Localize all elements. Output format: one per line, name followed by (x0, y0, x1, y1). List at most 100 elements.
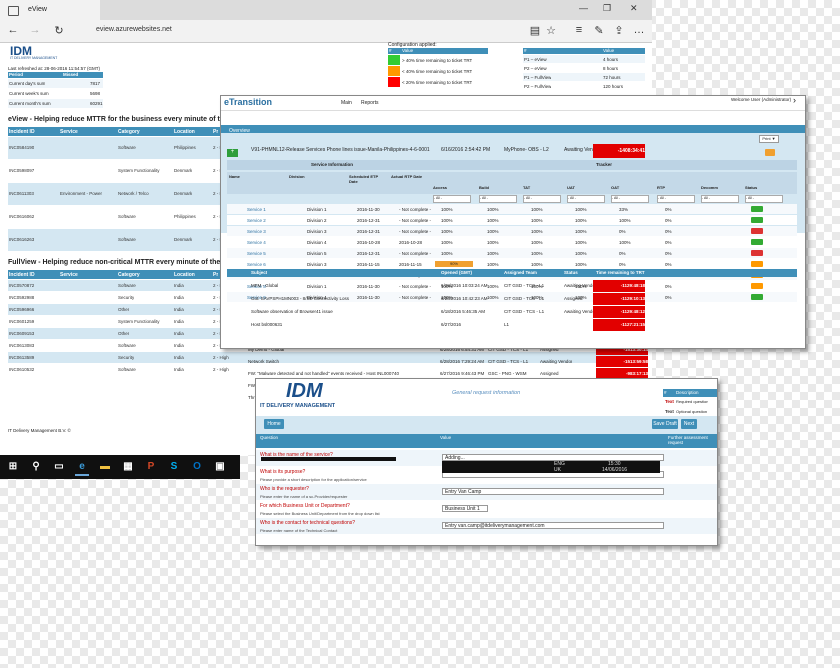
home-button[interactable]: Home (264, 419, 284, 429)
question-label: Who is the requester? (260, 486, 309, 492)
nav-main[interactable]: Main (341, 100, 352, 106)
answer-field[interactable]: Adding... (442, 454, 664, 461)
fullview-time-remaining: -1513:59:58 (596, 356, 648, 367)
summary-label: Current month's sum (9, 101, 51, 106)
incident-header: Category (118, 272, 140, 278)
filter-select[interactable]: - All - (701, 195, 739, 203)
incident-cell: INC0570872 (9, 283, 35, 288)
photos-icon[interactable]: ▣ (213, 460, 227, 474)
config-header: Value (402, 48, 414, 53)
priority-value: 72 hours (603, 75, 621, 80)
back-icon[interactable]: ← (6, 24, 20, 36)
status-icon (751, 228, 763, 234)
url-field[interactable]: eview.azurewebsites.net (96, 26, 172, 33)
store-icon[interactable]: ▦ (121, 460, 135, 474)
filter-select[interactable]: - All - (433, 195, 471, 203)
form-toolbar (256, 416, 717, 434)
filter-select[interactable]: - All - (745, 195, 783, 203)
skype-icon[interactable]: S (167, 460, 181, 474)
more-icon[interactable]: … (632, 24, 646, 36)
fullview-team: GSC - PNG - WSM (488, 371, 527, 376)
progress-value: 100% (619, 218, 631, 223)
progress-value: 100% (487, 229, 499, 234)
notes-icon[interactable]: ✎ (592, 24, 606, 37)
actual-date: 2016-11-15 (399, 262, 422, 267)
favorite-icon[interactable]: ☆ (544, 24, 558, 37)
progress-value: 0% (619, 251, 626, 256)
nav-reports[interactable]: Reports (361, 100, 379, 106)
next-button[interactable]: Next (681, 419, 697, 429)
search-icon[interactable]: ⚲ (29, 460, 43, 474)
progress-value: 0% (665, 262, 672, 267)
service-name-link[interactable]: Service 2 (247, 218, 266, 223)
hub-icon[interactable]: ≡ (572, 24, 586, 36)
refresh-icon[interactable]: ↻ (52, 24, 66, 37)
priority-value: 8 hours (603, 66, 619, 71)
edge-icon[interactable]: e (75, 460, 89, 476)
service-name-link[interactable]: Service 6 (247, 262, 266, 267)
config-text: > 40% time remaining to ticket TRT (402, 58, 473, 63)
mid-header: Status (564, 270, 578, 275)
etrans-incident-group: MyPhone- OBS - L2 (504, 147, 549, 153)
progress-value: 100% (575, 207, 587, 212)
progress-value: 100% (487, 284, 499, 289)
filter-select[interactable]: - All - (611, 195, 649, 203)
progress-value: 100% (441, 229, 453, 234)
service-info-title: Service Information (311, 162, 354, 167)
answer-field[interactable]: Entry van.camp@itdeliverymanagement.com (442, 522, 664, 529)
incident-cell: Software (118, 343, 136, 348)
legend-desc: Required question (676, 399, 709, 404)
outlook-icon[interactable]: O (190, 460, 204, 474)
tab-eview[interactable]: eView (0, 0, 100, 20)
incident-cell: Security (118, 295, 135, 300)
column-header-7: UAT (567, 185, 575, 190)
maximize-icon[interactable]: ❐ (603, 3, 611, 14)
legend-header: Description (676, 390, 699, 395)
summary-value: 60291 (90, 101, 103, 106)
incident-cell: INC0609153 (9, 331, 35, 336)
service-division: Division 1 (307, 284, 327, 289)
service-division: Division 2 (307, 218, 327, 223)
incident-cell: Security (118, 355, 135, 360)
filter-select[interactable]: - All - (567, 195, 605, 203)
service-name-link[interactable]: Service 3 (247, 229, 266, 234)
chevron-right-icon[interactable]: › (793, 96, 796, 105)
answer-field[interactable]: Business Unit 1 (442, 505, 488, 512)
progress-value: 100% (487, 251, 499, 256)
forward-icon[interactable]: → (28, 24, 42, 36)
progress-value: 100% (531, 229, 543, 234)
service-name-link[interactable]: Service 5 (247, 251, 266, 256)
column-header-11: Status (745, 185, 758, 190)
mid-status: Assigned (564, 296, 583, 301)
reading-view-icon[interactable]: ▤ (528, 24, 542, 37)
save-draft-button[interactable]: Save Draft (652, 419, 678, 429)
service-name-link[interactable]: Service 4 (247, 240, 266, 245)
expand-button[interactable]: + (227, 149, 238, 157)
explorer-icon[interactable]: ▬ (98, 460, 112, 474)
tray-overlay (442, 461, 660, 473)
tab-title: eView (28, 6, 47, 13)
incident-cell: INC0613083 (9, 343, 35, 348)
edit-icon[interactable] (765, 149, 775, 156)
page-icon (8, 6, 19, 16)
minimize-icon[interactable]: — (579, 3, 588, 13)
answer-field[interactable]: Entry Van Camp (442, 488, 664, 495)
filter-select[interactable]: - All - (479, 195, 517, 203)
taskview-icon[interactable]: ▭ (52, 460, 66, 474)
column-header-3: Actual RTP Date (391, 174, 423, 179)
legend-header: # (664, 390, 667, 395)
service-name-link[interactable]: Service 1 (247, 207, 266, 212)
form-column-header: Value (440, 435, 452, 440)
summary-label: Current day's sum (9, 81, 46, 86)
config-color-swatch (388, 66, 400, 76)
priority-name: P2 – eView (524, 66, 547, 71)
powerpoint-icon[interactable]: P (144, 460, 158, 474)
close-icon[interactable]: ✕ (630, 3, 638, 14)
filter-select[interactable]: - All - (657, 195, 695, 203)
filter-select[interactable]: - All - (523, 195, 561, 203)
progress-value: 100% (441, 218, 453, 223)
share-icon[interactable]: ⇪ (612, 24, 626, 37)
column-header-4: Access (433, 185, 448, 190)
print-button[interactable]: Print ▼ (759, 135, 779, 143)
windows-icon[interactable]: ⊞ (6, 460, 20, 474)
